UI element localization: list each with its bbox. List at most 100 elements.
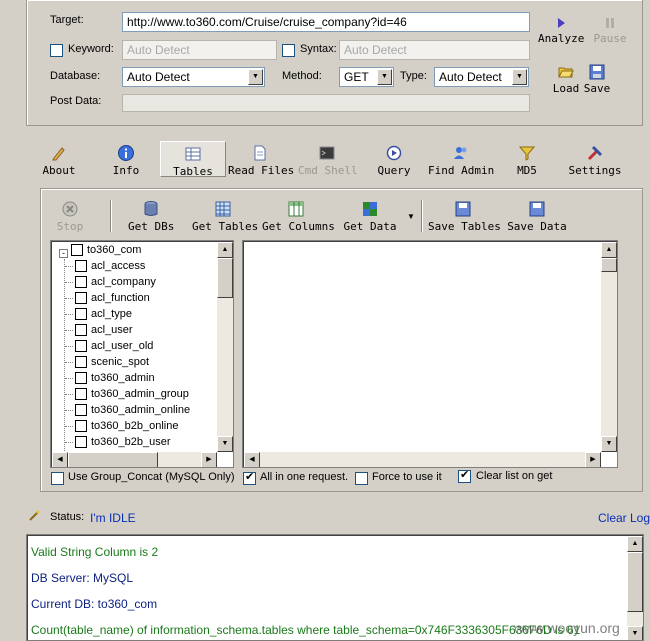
clear-log-link[interactable]: Clear Log: [598, 511, 650, 525]
tree-item-checkbox[interactable]: [75, 372, 87, 385]
scroll-down-icon[interactable]: ▼: [217, 436, 233, 452]
scroll-left-icon[interactable]: ◀: [244, 452, 260, 467]
get-dbs-button[interactable]: Get DBs: [128, 200, 174, 233]
save-data-button[interactable]: Save Data: [506, 200, 568, 233]
tree-item-checkbox[interactable]: [75, 388, 87, 401]
target-url-input[interactable]: http://www.to360.com/Cruise/cruise_compa…: [122, 12, 530, 32]
tree-item-checkbox[interactable]: [75, 276, 87, 289]
read-files-button[interactable]: Read Files: [228, 144, 295, 177]
postdata-input[interactable]: [122, 94, 530, 112]
settings-button[interactable]: Settings: [568, 144, 622, 177]
all-in-one-label: All in one request.: [260, 471, 349, 483]
data-grid[interactable]: ▲ ▼ ◀ ▶: [242, 240, 618, 468]
tree-connector: [65, 329, 73, 331]
scroll-down-icon[interactable]: ▼: [601, 436, 617, 452]
find-admin-button[interactable]: Find Admin: [428, 144, 494, 177]
stop-button[interactable]: Stop: [52, 200, 88, 233]
save-tables-button[interactable]: Save Tables: [428, 200, 501, 233]
get-columns-button[interactable]: Get Columns: [262, 200, 335, 233]
all-in-one-checkbox[interactable]: [243, 470, 256, 485]
chevron-down-icon[interactable]: ▼: [512, 69, 527, 85]
tree-item[interactable]: to360_b2b_user: [65, 436, 171, 452]
tables-tree[interactable]: - to360_com acl_access acl_company acl_fun…: [50, 240, 234, 468]
chevron-down-icon[interactable]: ▼: [248, 69, 263, 85]
tree-connector: [65, 425, 73, 427]
tree-item[interactable]: acl_user_old: [65, 340, 153, 356]
keyword-input[interactable]: Auto Detect: [122, 40, 277, 60]
scroll-right-icon[interactable]: ▶: [201, 452, 217, 467]
scroll-thumb[interactable]: [627, 552, 643, 612]
scroll-left-icon[interactable]: ◀: [52, 452, 68, 467]
tree-item[interactable]: scenic_spot: [65, 356, 149, 372]
tree-connector: [65, 265, 73, 267]
users-icon: [454, 147, 467, 159]
get-data-button[interactable]: Get Data: [342, 200, 398, 233]
collapse-icon[interactable]: -: [59, 249, 68, 258]
grid-vertical-scrollbar[interactable]: ▲ ▼: [601, 242, 617, 452]
tree-horizontal-scrollbar[interactable]: ◀ ▶: [52, 452, 217, 467]
tree-vertical-scrollbar[interactable]: ▲ ▼: [217, 242, 233, 452]
tree-item[interactable]: to360_b2b_online: [65, 420, 178, 436]
tree-item-checkbox[interactable]: [75, 420, 87, 433]
log-vertical-scrollbar[interactable]: ▲ ▼: [627, 536, 643, 640]
info-button[interactable]: Info: [106, 144, 146, 177]
syntax-checkbox[interactable]: [282, 44, 295, 57]
tree-item-checkbox[interactable]: [75, 324, 87, 337]
tree-item-checkbox[interactable]: [75, 340, 87, 353]
toolbar-separator: [421, 200, 423, 232]
type-select[interactable]: Auto Detect ▼: [434, 67, 529, 87]
dropdown-arrow-icon[interactable]: ▼: [407, 212, 415, 221]
method-select[interactable]: GET ▼: [339, 67, 394, 87]
analyze-button[interactable]: Analyze: [538, 16, 584, 45]
get-tables-button[interactable]: Get Tables: [192, 200, 258, 233]
tree-item-checkbox[interactable]: [75, 404, 87, 417]
query-button[interactable]: Query: [374, 144, 414, 177]
root-checkbox[interactable]: [71, 244, 83, 257]
tree-item-checkbox[interactable]: [75, 356, 87, 369]
save-tables-label: Save Tables: [428, 220, 501, 233]
pause-button[interactable]: Pause: [590, 16, 630, 45]
syntax-input[interactable]: Auto Detect: [339, 40, 530, 60]
tree-root[interactable]: to360_com: [71, 244, 141, 260]
database-select[interactable]: Auto Detect ▼: [122, 67, 265, 87]
md5-button[interactable]: MD5: [512, 144, 542, 177]
scroll-down-icon[interactable]: ▼: [627, 626, 643, 640]
tree-item[interactable]: to360_admin: [65, 372, 155, 388]
tree-item[interactable]: acl_user: [65, 324, 133, 340]
scroll-up-icon[interactable]: ▲: [601, 242, 617, 258]
scroll-right-icon[interactable]: ▶: [585, 452, 601, 467]
pencil-icon: [52, 147, 65, 161]
clear-list-checkbox[interactable]: [458, 468, 471, 483]
save-button[interactable]: Save: [582, 64, 612, 95]
floppy-icon: [529, 201, 545, 217]
tree-item[interactable]: to360_admin_online: [65, 404, 190, 420]
table-icon: [185, 147, 201, 161]
tree-item[interactable]: acl_company: [65, 276, 156, 292]
force-checkbox[interactable]: [355, 472, 368, 485]
tree-item[interactable]: to360_admin_group: [65, 388, 189, 404]
tree-item[interactable]: acl_access: [65, 260, 145, 276]
tree-item-checkbox[interactable]: [75, 292, 87, 305]
tree-item-checkbox[interactable]: [75, 436, 87, 449]
scroll-thumb[interactable]: [217, 258, 233, 298]
tree-item[interactable]: acl_type: [65, 308, 132, 324]
scroll-up-icon[interactable]: ▲: [627, 536, 643, 552]
keyword-label: Keyword:: [68, 43, 114, 55]
read-files-label: Read Files: [228, 164, 295, 177]
keyword-checkbox[interactable]: [50, 44, 63, 57]
chevron-down-icon[interactable]: ▼: [377, 69, 392, 85]
tree-item-checkbox[interactable]: [75, 308, 87, 321]
load-button[interactable]: Load: [550, 64, 582, 95]
tree-connector: [65, 441, 73, 443]
tab-tables[interactable]: Tables: [160, 141, 226, 178]
scroll-up-icon[interactable]: ▲: [217, 242, 233, 258]
scroll-thumb[interactable]: [601, 258, 617, 272]
scroll-thumb[interactable]: [68, 452, 158, 467]
about-button[interactable]: About: [38, 144, 80, 177]
grid-horizontal-scrollbar[interactable]: ◀ ▶: [244, 452, 601, 467]
cmd-shell-button[interactable]: Cmd Shell: [298, 144, 358, 177]
tree-item-checkbox[interactable]: [75, 260, 87, 273]
tree-item[interactable]: acl_function: [65, 292, 150, 308]
group-concat-checkbox[interactable]: [51, 472, 64, 485]
floppy-icon: [455, 201, 471, 217]
